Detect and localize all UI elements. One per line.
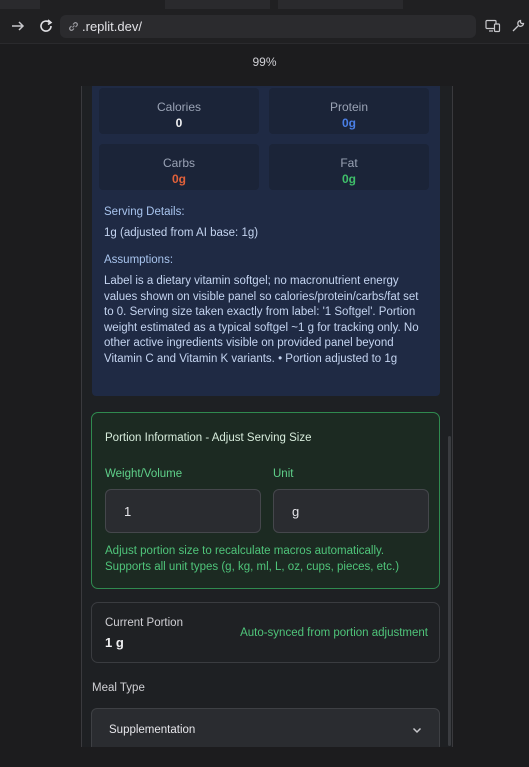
meal-type-select[interactable]: Supplementation [91, 708, 440, 747]
portion-card-title: Portion Information - Adjust Serving Siz… [105, 432, 312, 444]
fat-tile: Fat 0g [269, 144, 429, 190]
assumptions-text: Label is a dietary vitamin softgel; no m… [104, 275, 419, 365]
macro-label: Fat [340, 156, 358, 170]
tab[interactable] [278, 0, 403, 9]
weight-volume-input[interactable]: 1 [105, 489, 261, 533]
nutrition-results-panel: Calories 0 Protein 0g Carbs 0g Fat 0g Se… [92, 86, 440, 396]
device-viewport: Calories 0 Protein 0g Carbs 0g Fat 0g Se… [81, 86, 453, 747]
weight-volume-label: Weight/Volume [105, 468, 183, 480]
calories-value: 0 [175, 116, 183, 130]
portion-help-text: Adjust portion size to recalculate macro… [105, 545, 400, 573]
macro-label: Protein [329, 100, 369, 114]
meal-type-value: Supplementation [109, 724, 196, 736]
current-portion-label: Current Portion [105, 617, 183, 629]
macro-label: Calories [156, 100, 201, 114]
portion-information-card: Portion Information - Adjust Serving Siz… [91, 412, 440, 589]
reload-button[interactable] [35, 15, 57, 37]
carbs-tile: Carbs 0g [99, 144, 259, 190]
browser-toolbar: .replit.dev/ [0, 0, 529, 44]
chevron-down-icon [411, 723, 423, 741]
unit-label: Unit [273, 468, 294, 480]
reload-icon [40, 19, 53, 32]
link-icon [68, 21, 79, 32]
device-toolbar-button[interactable] [482, 15, 504, 37]
serving-details-title: Serving Details: [104, 206, 185, 218]
fat-value: 0g [341, 172, 356, 186]
arrow-right-icon [12, 21, 25, 31]
url-text: .replit.dev/ [82, 19, 142, 34]
tab[interactable] [0, 0, 40, 9]
unit-input[interactable]: g [273, 489, 429, 533]
current-portion-value: 1 g [105, 635, 124, 650]
assumptions-title: Assumptions: [104, 254, 174, 266]
forward-button[interactable] [7, 15, 29, 37]
protein-value: 0g [341, 116, 356, 130]
tab-strip [0, 0, 529, 10]
zoom-level: 99% [252, 55, 277, 69]
macro-label: Carbs [162, 156, 195, 170]
current-portion-card: Current Portion 1 g Auto-synced from por… [91, 602, 440, 663]
calories-tile: Calories 0 [99, 88, 259, 134]
meal-type-label: Meal Type [92, 682, 145, 694]
tab[interactable] [165, 0, 270, 9]
wrench-icon [512, 19, 525, 32]
serving-details-text: 1g (adjusted from AI base: 1g) [104, 227, 259, 239]
address-bar[interactable]: .replit.dev/ [60, 15, 476, 38]
scrollbar[interactable] [448, 436, 451, 746]
auto-sync-note: Auto-synced from portion adjustment [240, 627, 428, 639]
tools-button[interactable] [507, 15, 529, 37]
protein-tile: Protein 0g [269, 88, 429, 134]
devices-icon [485, 19, 501, 33]
carbs-value: 0g [171, 172, 186, 186]
